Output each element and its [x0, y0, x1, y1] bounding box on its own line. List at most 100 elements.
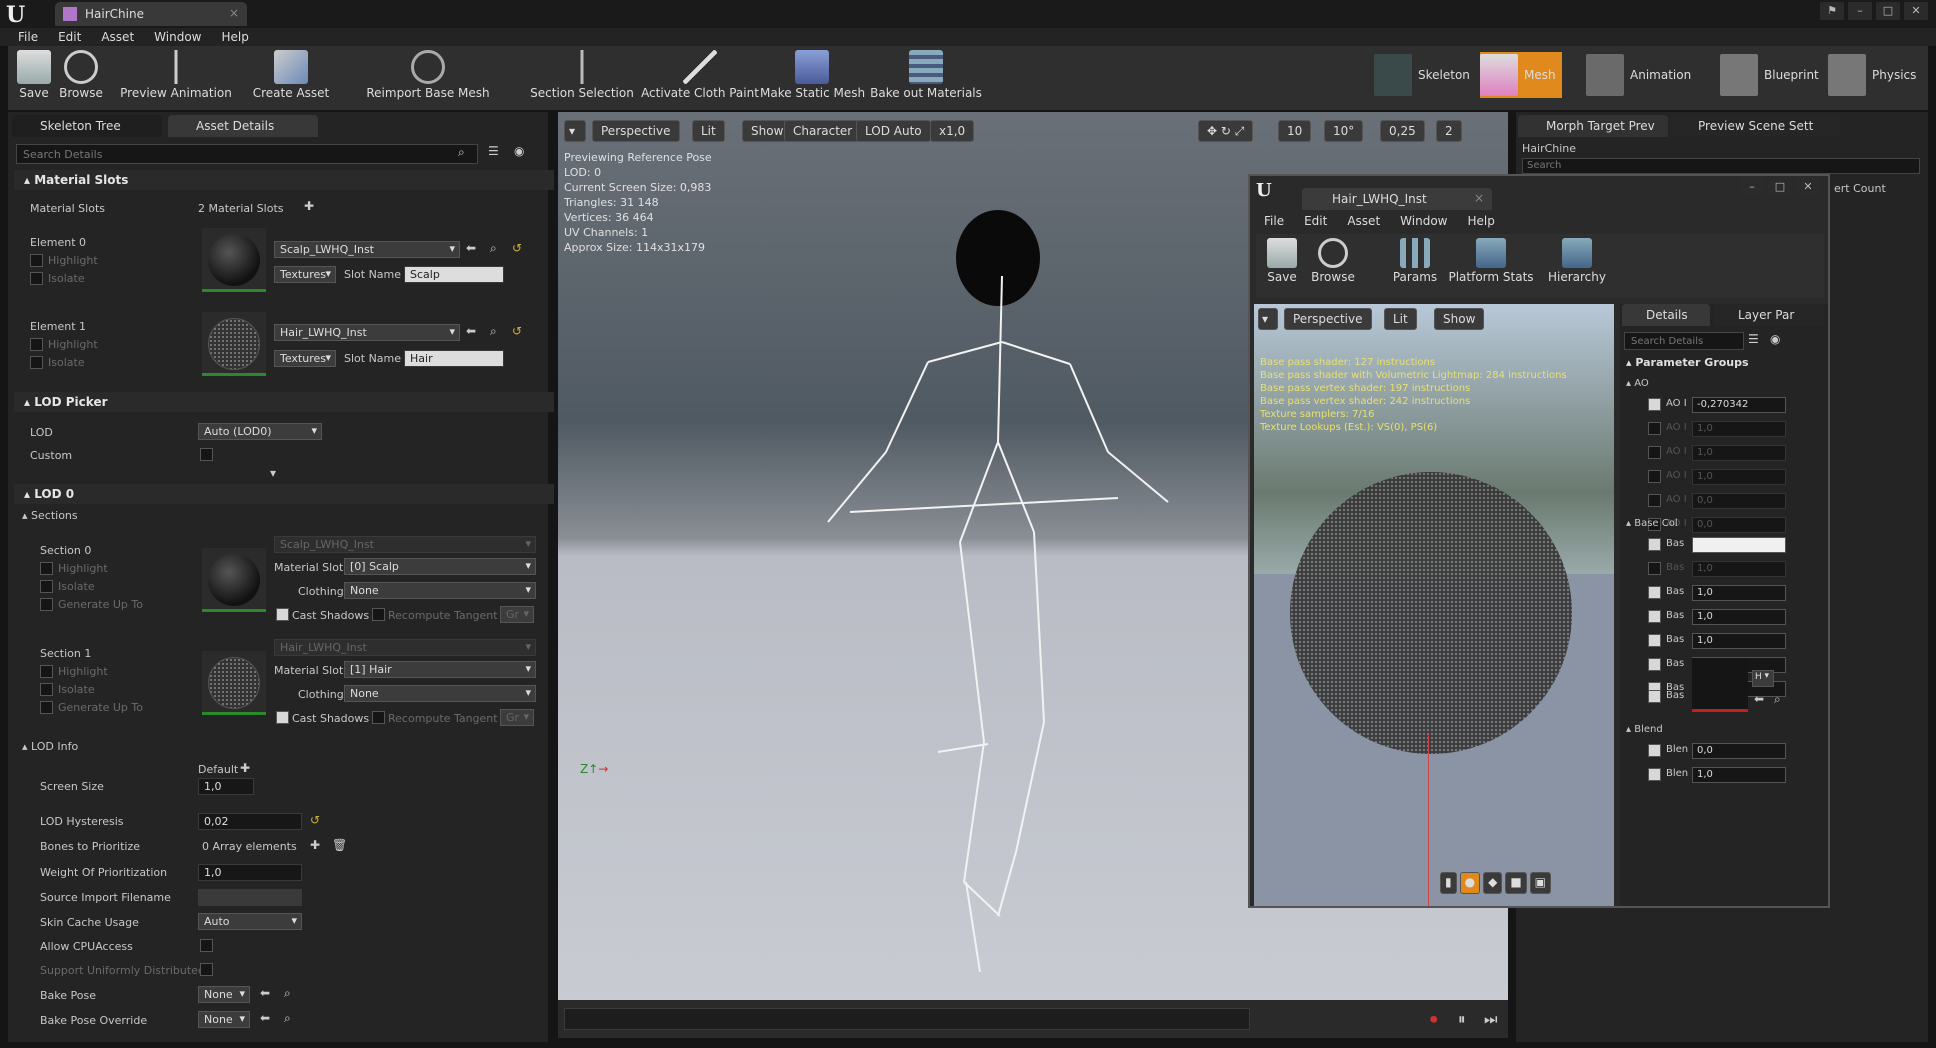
param-search-input[interactable]: Search Details — [1624, 332, 1744, 350]
section-1-generate-checkbox[interactable] — [40, 701, 53, 714]
section-1-recompute-checkbox[interactable] — [372, 711, 385, 724]
minimize-button[interactable]: – — [1848, 2, 1872, 20]
notify-icon[interactable]: ⚑ — [1820, 2, 1844, 20]
lit-button[interactable]: Lit — [692, 120, 725, 142]
section-0-recompute-checkbox[interactable] — [372, 608, 385, 621]
material-window-tab[interactable]: Hair_LWHQ_Inst × — [1302, 188, 1492, 210]
bake-out-materials-button[interactable]: Bake out Materials — [868, 46, 984, 110]
param-override-checkbox[interactable] — [1648, 562, 1661, 575]
preview-options-button[interactable]: ▾ — [1258, 308, 1278, 330]
material-slots-header[interactable]: ▴ Material Slots — [14, 170, 554, 190]
lod-picker-header[interactable]: ▴ LOD Picker — [14, 392, 554, 412]
sphere-shape-icon[interactable]: ● — [1459, 872, 1481, 894]
close-tab-icon[interactable]: × — [1474, 191, 1484, 205]
param-override-checkbox[interactable] — [1648, 398, 1661, 411]
element-1-highlight-checkbox[interactable] — [30, 338, 43, 351]
browse-asset-icon[interactable]: ⌕ — [284, 1011, 291, 1026]
menu-file[interactable]: File — [1254, 214, 1294, 228]
add-icon[interactable]: ✚ — [240, 761, 250, 775]
weight-input[interactable]: 1,0 — [198, 864, 302, 881]
material-thumbnail[interactable] — [202, 228, 266, 292]
param-override-checkbox[interactable] — [1648, 494, 1661, 507]
section-1-highlight-checkbox[interactable] — [40, 665, 53, 678]
element-0-material-dropdown[interactable]: Scalp_LWHQ_Inst — [274, 241, 460, 258]
maximize-button[interactable]: □ — [1768, 178, 1792, 196]
section-0-material-dropdown[interactable]: Scalp_LWHQ_Inst — [274, 536, 536, 553]
reimport-base-mesh-button[interactable]: Reimport Base Mesh — [358, 46, 498, 110]
preview-lit-button[interactable]: Lit — [1384, 308, 1417, 330]
save-button[interactable]: Save — [1260, 234, 1304, 298]
param-override-checkbox[interactable] — [1648, 422, 1661, 435]
document-tab[interactable]: HairChine × — [55, 2, 247, 26]
browse-button[interactable]: Browse — [56, 46, 106, 110]
section-0-highlight-checkbox[interactable] — [40, 562, 53, 575]
lod-hysteresis-input[interactable]: 0,02 — [198, 813, 302, 830]
mode-mesh[interactable]: Mesh — [1480, 52, 1562, 98]
mode-animation[interactable]: Animation — [1586, 52, 1691, 98]
mode-physics[interactable]: Physics — [1828, 52, 1916, 98]
section-0-clothing-dropdown[interactable]: None — [344, 582, 536, 599]
view-options-icon[interactable]: ☰ — [488, 144, 499, 158]
record-icon[interactable]: ⏺ — [1430, 1010, 1438, 1028]
character-button[interactable]: Character — [784, 120, 862, 142]
section-1-slot-dropdown[interactable]: [1] Hair — [344, 661, 536, 678]
tab-layer-parameters[interactable]: Layer Par — [1714, 304, 1824, 326]
create-asset-button[interactable]: Create Asset — [246, 46, 336, 110]
menu-help[interactable]: Help — [211, 28, 258, 46]
param-value-input[interactable]: 1,0 — [1692, 561, 1786, 577]
section-0-extra-dropdown[interactable]: Gr — [500, 606, 534, 623]
param-value-input[interactable]: 1,0 — [1692, 585, 1786, 601]
morph-search-input[interactable]: Search — [1522, 158, 1920, 174]
preview-perspective-button[interactable]: Perspective — [1284, 308, 1372, 330]
section-0-isolate-checkbox[interactable] — [40, 580, 53, 593]
param-value-input[interactable]: 1,0 — [1692, 421, 1786, 437]
eye-icon[interactable]: ◉ — [514, 144, 524, 158]
screen-size-input[interactable]: 1,0 — [198, 778, 254, 795]
play-forward-icon[interactable]: ⏭ — [1484, 1010, 1498, 1028]
blend-group-header[interactable]: ▴ Blend — [1626, 724, 1663, 735]
tab-details[interactable]: Details — [1622, 304, 1710, 326]
preview-animation-button[interactable]: Preview Animation — [120, 46, 232, 110]
param-override-checkbox[interactable] — [1648, 470, 1661, 483]
section-1-extra-dropdown[interactable]: Gr — [500, 709, 534, 726]
section-0-slot-dropdown[interactable]: [0] Scalp — [344, 558, 536, 575]
reset-icon[interactable]: ↺ — [512, 324, 522, 338]
delete-icon[interactable]: 🗑 — [332, 838, 347, 852]
material-thumbnail[interactable] — [202, 312, 266, 376]
camera-speed-button[interactable]: 2 — [1436, 120, 1462, 142]
lod-dropdown[interactable]: Auto (LOD0) — [198, 423, 322, 440]
element-0-isolate-checkbox[interactable] — [30, 272, 43, 285]
section-0-cast-shadows-checkbox[interactable] — [276, 608, 289, 621]
menu-window[interactable]: Window — [1390, 214, 1457, 228]
mode-skeleton[interactable]: Skeleton — [1374, 52, 1470, 98]
lod-auto-button[interactable]: LOD Auto — [856, 120, 931, 142]
section-selection-button[interactable]: Section Selection — [528, 46, 636, 110]
element-0-highlight-checkbox[interactable] — [30, 254, 43, 267]
browse-asset-icon[interactable]: ⌕ — [490, 324, 497, 339]
use-selected-arrow-icon[interactable]: ⬅ — [260, 1011, 270, 1025]
use-selected-arrow-icon[interactable]: ⬅ — [260, 986, 270, 1000]
playback-speed-button[interactable]: x1,0 — [930, 120, 975, 142]
eye-icon[interactable]: ◉ — [1770, 332, 1780, 346]
close-button[interactable]: ✕ — [1796, 178, 1820, 196]
browse-asset-icon[interactable]: ⌕ — [284, 986, 291, 1001]
menu-asset[interactable]: Asset — [91, 28, 144, 46]
cube-shape-icon[interactable]: ■ — [1505, 872, 1527, 894]
param-value-input[interactable]: -0,270342 — [1692, 397, 1786, 413]
param-value-input[interactable]: 0,0 — [1692, 493, 1786, 509]
section-0-generate-checkbox[interactable] — [40, 598, 53, 611]
expand-arrow-icon[interactable]: ▾ — [270, 466, 276, 480]
param-value-input[interactable]: 1,0 — [1692, 633, 1786, 649]
element-0-textures-dropdown[interactable]: Textures — [274, 266, 336, 283]
param-override-checkbox[interactable] — [1648, 634, 1661, 647]
lod0-header[interactable]: ▴ LOD 0 — [14, 484, 554, 504]
view-options-icon[interactable]: ☰ — [1748, 332, 1759, 346]
mode-blueprint[interactable]: Blueprint — [1720, 52, 1819, 98]
plane-shape-icon[interactable]: ◆ — [1483, 872, 1503, 894]
close-tab-icon[interactable]: × — [229, 6, 239, 20]
reset-icon[interactable]: ↺ — [512, 241, 522, 255]
tab-preview-scene-settings[interactable]: Preview Scene Sett — [1670, 115, 1840, 137]
details-search-input[interactable]: Search Details — [16, 144, 478, 164]
parameter-groups-header[interactable]: ▴ Parameter Groups — [1626, 356, 1749, 369]
param-value-input[interactable]: 0,0 — [1692, 743, 1786, 759]
